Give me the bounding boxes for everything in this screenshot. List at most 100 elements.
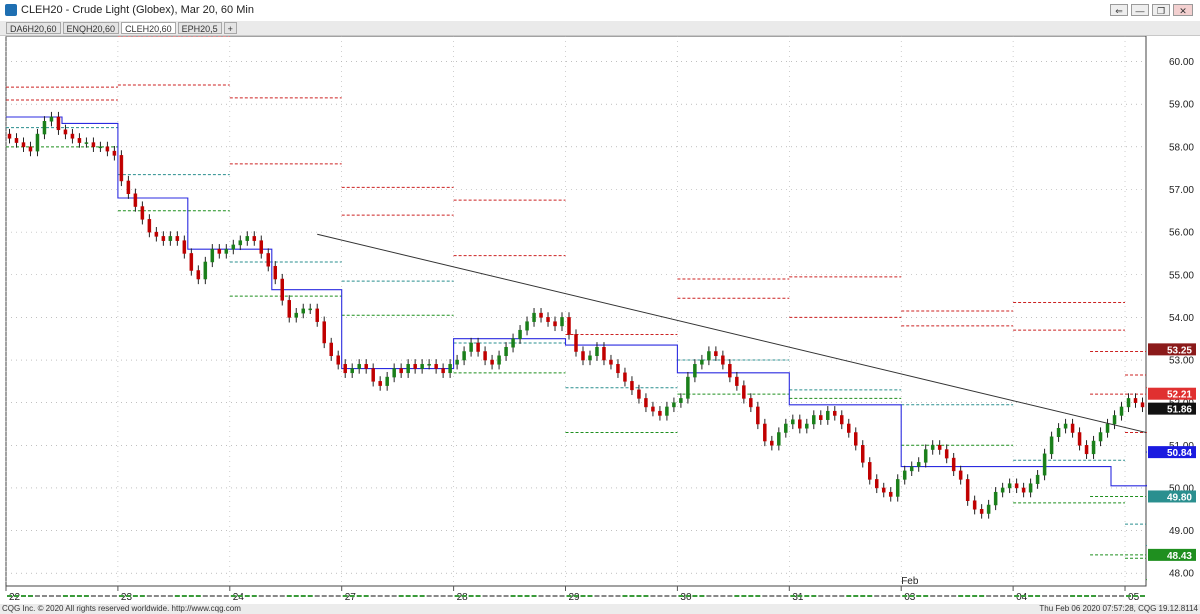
session-marker (678, 595, 684, 597)
session-marker (993, 595, 999, 597)
session-marker (76, 595, 82, 597)
x-tick-label: 30 (680, 592, 692, 603)
candle-body-down (252, 236, 257, 241)
candle-body-down (63, 129, 68, 135)
candle-body-up (707, 351, 711, 361)
candle-body-up (909, 466, 914, 472)
candle-body-up (511, 338, 515, 348)
candle-body-up (986, 504, 991, 514)
y-tick-label: 59.00 (1169, 100, 1194, 111)
candle-body-down (742, 385, 746, 399)
session-marker (419, 595, 425, 597)
session-marker (97, 595, 103, 597)
session-marker (706, 595, 712, 597)
candle-body-up (42, 121, 47, 135)
session-marker (622, 595, 628, 597)
candle-body-up (238, 240, 243, 246)
price-chart[interactable]: 60.00 59.00 58.00 57.00 56.00 55.00 54.00 53.00… (0, 35, 1200, 604)
tab-eph20[interactable]: EPH20,5 (177, 22, 222, 34)
x-tick-label: 03 (904, 592, 916, 603)
session-marker (979, 595, 985, 597)
candle-body-down (189, 253, 194, 271)
candle-body-up (168, 236, 173, 241)
back-button[interactable]: ⇐ (1110, 4, 1128, 16)
add-tab-button[interactable]: + (223, 22, 237, 34)
y-tick-label: 48.00 (1169, 569, 1194, 580)
session-marker (1021, 595, 1027, 597)
candle-body-down (364, 364, 368, 369)
session-marker (853, 595, 859, 597)
candle-body-up (224, 248, 229, 254)
y-tick-label: 55.00 (1169, 270, 1194, 281)
close-button[interactable]: ✕ (1173, 4, 1193, 16)
candle-body-up (385, 376, 389, 386)
candle-body-up (1091, 440, 1096, 455)
candle-body-up (1042, 453, 1047, 476)
session-marker (643, 595, 649, 597)
candle-body-up (462, 351, 466, 361)
session-marker (1042, 595, 1048, 597)
window-title: CLEH20 - Crude Light (Globex), Mar 20, 6… (21, 4, 254, 16)
candle-body-down (1070, 423, 1075, 433)
candle-body-down (958, 470, 963, 480)
session-marker (118, 595, 124, 597)
session-marker (230, 595, 236, 597)
session-marker (440, 595, 446, 597)
timestamp-text: Thu Feb 06 2020 07:57:28, CQG 19.12.8114 (1039, 604, 1198, 613)
restore-button[interactable]: ❐ (1152, 4, 1170, 16)
x-tick-label: 28 (457, 592, 469, 603)
candle-body-up (504, 346, 508, 357)
candle-body-up (98, 146, 103, 149)
session-marker (363, 595, 369, 597)
tab-da6h20[interactable]: DA6H20,60 (6, 22, 61, 34)
tab-cleh20[interactable]: CLEH20,60 (121, 22, 176, 34)
session-marker (13, 595, 19, 597)
session-marker (223, 595, 229, 597)
y-tick-label: 53.00 (1169, 356, 1194, 367)
price-marker: 53.25 (1148, 343, 1196, 356)
candle-body-down (105, 146, 110, 152)
session-marker (454, 595, 460, 597)
candle-body-up (245, 236, 250, 241)
candle-body-down (644, 398, 648, 408)
session-marker (776, 595, 782, 597)
candle-body-up (392, 368, 396, 378)
session-marker (692, 595, 698, 597)
session-marker (1098, 595, 1104, 597)
price-marker-label: 48.43 (1167, 551, 1192, 562)
session-marker (769, 595, 775, 597)
session-marker (370, 595, 376, 597)
session-marker (846, 595, 852, 597)
session-marker (958, 595, 964, 597)
candle-body-down (441, 368, 445, 374)
candle-body-down (217, 248, 222, 254)
session-marker (279, 595, 285, 597)
minimize-button[interactable]: — (1131, 4, 1149, 16)
candle-body-down (574, 334, 578, 352)
session-marker (783, 595, 789, 597)
candle-body-up (420, 364, 424, 369)
session-marker (342, 595, 348, 597)
month-label: Feb (901, 576, 919, 587)
session-marker (475, 595, 481, 597)
candle-body-up (469, 342, 473, 352)
price-marker-label: 53.25 (1167, 345, 1192, 356)
price-marker: 52.21 (1148, 387, 1196, 401)
session-marker (1084, 595, 1090, 597)
chart-area[interactable]: 60.00 59.00 58.00 57.00 56.00 55.00 54.00 53.00… (0, 35, 1200, 604)
candle-body-down (546, 317, 550, 322)
session-marker (1133, 595, 1139, 597)
candle-body-down (819, 415, 823, 420)
candle-body-down (874, 479, 879, 489)
session-marker (62, 595, 68, 597)
candle-body-down (280, 278, 285, 301)
session-marker (916, 595, 922, 597)
candle-body-down (322, 321, 326, 344)
session-marker (1077, 595, 1083, 597)
candle-body-down (1077, 432, 1082, 446)
candle-body-down (336, 355, 340, 365)
candle-body-down (371, 368, 375, 382)
candle-body-up (518, 329, 522, 339)
candle-body-down (259, 240, 264, 254)
tab-enqh20[interactable]: ENQH20,60 (62, 22, 120, 34)
